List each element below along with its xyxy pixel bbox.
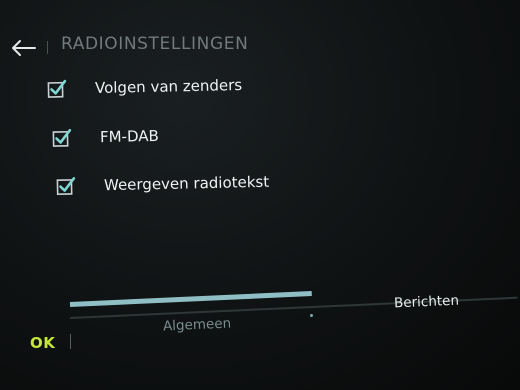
option-volgen-van-zenders[interactable]: Volgen van zenders: [47, 70, 243, 104]
radio-settings-screen: RADIOINSTELLINGEN Volgen van zenders FM-…: [0, 0, 520, 390]
option-weergeven-radiotekst[interactable]: Weergeven radiotekst: [56, 167, 270, 201]
tab-berichten[interactable]: Berichten: [394, 293, 460, 312]
tab-active-indicator[interactable]: [69, 291, 312, 307]
header: RADIOINSTELLINGEN: [0, 0, 520, 70]
arrow-left-icon: [12, 40, 36, 56]
checkbox-checked-icon[interactable]: [56, 176, 76, 196]
checkbox-checked-icon[interactable]: [52, 128, 72, 148]
ok-button[interactable]: OK: [30, 334, 55, 352]
title-divider: [47, 41, 48, 54]
option-label: Weergeven radiotekst: [103, 172, 270, 195]
tab-bar: Algemeen Berichten OK: [0, 280, 520, 390]
back-button[interactable]: [8, 36, 38, 60]
checkbox-checked-icon[interactable]: [47, 79, 67, 99]
tab-separator-dot: [310, 314, 313, 317]
ok-divider: [70, 334, 71, 349]
tab-algemeen[interactable]: Algemeen: [163, 316, 232, 335]
page-title: RADIOINSTELLINGEN: [61, 34, 249, 54]
option-fm-dab[interactable]: FM-DAB: [52, 121, 159, 153]
option-label: FM-DAB: [99, 126, 160, 147]
option-label: Volgen van zenders: [94, 75, 243, 98]
